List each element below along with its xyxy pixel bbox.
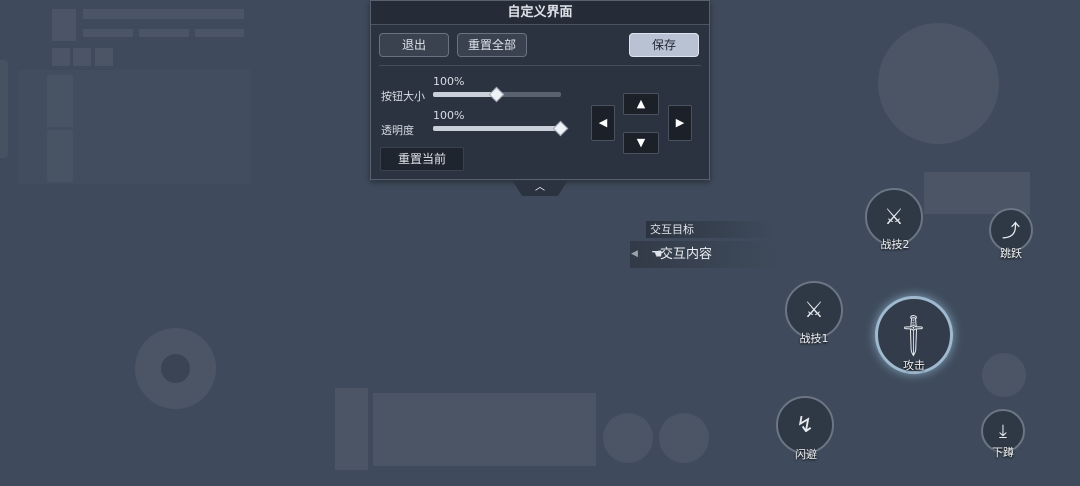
hud-name-bar-placeholder bbox=[83, 9, 244, 19]
jump-icon: ⤴ bbox=[1002, 221, 1020, 242]
joystick-knob[interactable] bbox=[161, 354, 190, 383]
button-size-value: 100% bbox=[433, 75, 465, 88]
move-right-button[interactable]: ▶ bbox=[668, 105, 692, 141]
dodge-label: 闪避 bbox=[795, 448, 817, 461]
hud-extra-button-placeholder bbox=[982, 353, 1026, 397]
hud-buff-slot-placeholder bbox=[73, 48, 91, 66]
exit-button[interactable]: 退出 bbox=[379, 33, 449, 57]
hud-minimap-placeholder bbox=[878, 23, 999, 144]
attack-label: 攻击 bbox=[903, 359, 925, 372]
opacity-label: 透明度 bbox=[381, 124, 414, 137]
dodge-icon: ↯ bbox=[795, 412, 815, 438]
jump-label: 跳跃 bbox=[1000, 247, 1022, 260]
opacity-slider-thumb[interactable] bbox=[552, 120, 569, 137]
opacity-value: 100% bbox=[433, 109, 465, 122]
caret-left-icon: ◀ bbox=[631, 249, 638, 259]
hud-stat-bar-placeholder bbox=[195, 29, 244, 37]
crouch-icon: ⤓ bbox=[999, 420, 1007, 442]
hud-quickbar-placeholder bbox=[373, 393, 596, 466]
panel-collapse-button[interactable]: ︿ bbox=[512, 180, 568, 196]
hud-avatar-placeholder bbox=[52, 9, 76, 41]
move-left-button[interactable]: ◀ bbox=[591, 105, 615, 141]
hand-icon: ☚ bbox=[651, 247, 663, 262]
crouch-label: 下蹲 bbox=[992, 446, 1014, 459]
skill1-label: 战技1 bbox=[799, 332, 829, 345]
move-up-button[interactable]: ▲ bbox=[623, 93, 659, 115]
move-down-button[interactable]: ▼ bbox=[623, 132, 659, 154]
hud-quickslot-placeholder bbox=[603, 413, 653, 463]
hud-left-edge-tab-placeholder bbox=[0, 60, 8, 158]
hud-task-icon-placeholder bbox=[47, 75, 73, 127]
opacity-slider-fill bbox=[433, 126, 561, 131]
button-size-label: 按钮大小 bbox=[381, 90, 425, 103]
skill2-icon: ⚔ bbox=[884, 204, 904, 230]
reset-current-button[interactable]: 重置当前 bbox=[380, 147, 464, 171]
button-size-slider-thumb[interactable] bbox=[488, 86, 505, 103]
hud-quickbar-side-placeholder bbox=[335, 388, 368, 470]
panel-title: 自定义界面 bbox=[371, 1, 709, 25]
hud-stat-bar-placeholder bbox=[139, 29, 189, 37]
sword-icon: 🗡 bbox=[888, 309, 940, 361]
opacity-slider[interactable] bbox=[433, 126, 561, 131]
custom-ui-panel: 自定义界面 退出 重置全部 保存 按钮大小 100% 透明度 100% 重置当前… bbox=[370, 0, 710, 180]
skill2-label: 战技2 bbox=[880, 238, 910, 251]
interaction-target-label: 交互目标 bbox=[646, 221, 776, 238]
hud-buff-slot-placeholder bbox=[95, 48, 113, 66]
hud-quickslot-placeholder bbox=[659, 413, 709, 463]
skill1-icon: ⚔ bbox=[804, 297, 824, 323]
hud-stat-bar-placeholder bbox=[83, 29, 133, 37]
hud-task-icon-placeholder bbox=[47, 130, 73, 182]
panel-divider bbox=[379, 65, 701, 66]
save-button[interactable]: 保存 bbox=[629, 33, 699, 57]
hud-buff-slot-placeholder bbox=[52, 48, 70, 66]
reset-all-button[interactable]: 重置全部 bbox=[457, 33, 527, 57]
button-size-slider-fill bbox=[433, 92, 497, 97]
